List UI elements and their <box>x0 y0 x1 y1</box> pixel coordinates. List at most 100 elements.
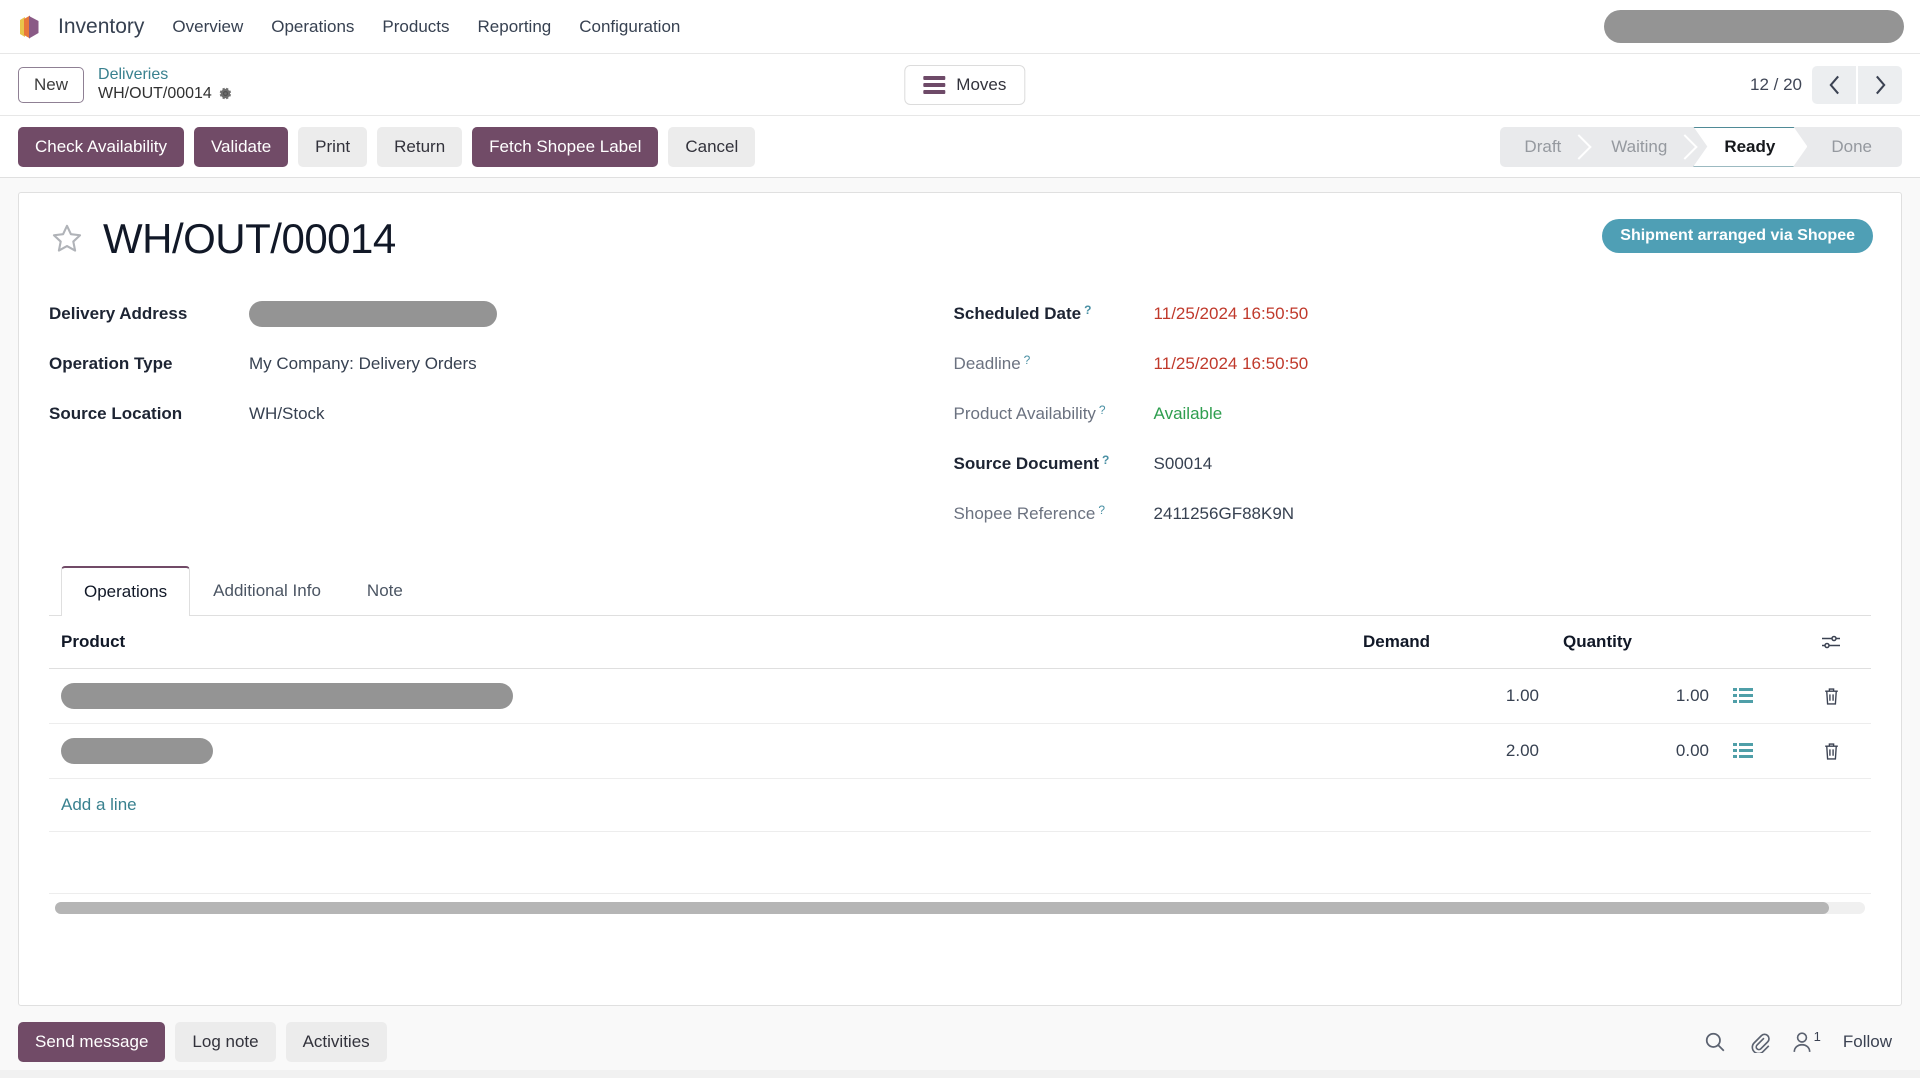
source-location-row: Source Location WH/Stock <box>49 389 924 439</box>
notebook-tabs: Operations Additional Info Note <box>49 565 1871 616</box>
quantity-cell[interactable]: 1.00 <box>1551 669 1721 724</box>
pager-text: 12 / 20 <box>1750 75 1802 95</box>
scheduled-date-label-text: Scheduled Date <box>954 304 1082 324</box>
product-cell[interactable] <box>49 724 1351 779</box>
demand-cell[interactable]: 1.00 <box>1351 669 1551 724</box>
cancel-button[interactable]: Cancel <box>668 127 755 167</box>
form-sheet-inner: Shipment arranged via Shopee WH/OUT/0001… <box>19 193 1901 914</box>
list-detail-icon[interactable] <box>1733 687 1779 705</box>
source-document-label-text: Source Document <box>954 454 1099 474</box>
moves-button[interactable]: Moves <box>904 65 1025 105</box>
chatter-right-tools: 1 Follow <box>1704 1031 1902 1053</box>
new-button[interactable]: New <box>18 67 84 103</box>
nav-configuration[interactable]: Configuration <box>579 17 680 37</box>
breadcrumb-parent-deliveries[interactable]: Deliveries <box>98 66 233 84</box>
action-button-bar: Check Availability Validate Print Return… <box>0 116 1920 178</box>
deadline-label: Deadline ? <box>954 354 1154 374</box>
source-document-label: Source Document ? <box>954 454 1154 474</box>
operations-table: Product Demand Quantity <box>49 616 1871 779</box>
scheduled-date-field[interactable]: 11/25/2024 16:50:50 <box>1154 304 1309 324</box>
delete-cell <box>1791 724 1871 779</box>
table-row[interactable]: 1.00 1.00 <box>49 669 1871 724</box>
table-header: Product Demand Quantity <box>49 616 1871 669</box>
product-availability-label-text: Product Availability <box>954 404 1096 424</box>
trash-icon[interactable] <box>1803 742 1859 761</box>
demand-cell[interactable]: 2.00 <box>1351 724 1551 779</box>
help-icon[interactable]: ? <box>1024 353 1031 367</box>
odoo-inventory-cube-icon[interactable] <box>16 12 44 42</box>
source-document-field[interactable]: S00014 <box>1154 454 1213 474</box>
detail-cell <box>1721 669 1791 724</box>
log-note-button[interactable]: Log note <box>175 1022 275 1062</box>
followers-button[interactable]: 1 <box>1792 1031 1821 1053</box>
add-a-line-button[interactable]: Add a line <box>49 779 1871 832</box>
user-menu-redacted[interactable] <box>1604 10 1904 43</box>
app-name[interactable]: Inventory <box>58 15 144 39</box>
status-ready[interactable]: Ready <box>1693 127 1807 167</box>
print-button[interactable]: Print <box>298 127 367 167</box>
chevron-right-icon[interactable] <box>1858 66 1902 104</box>
return-button[interactable]: Return <box>377 127 462 167</box>
operation-type-field[interactable]: My Company: Delivery Orders <box>249 354 477 374</box>
tab-additional-info[interactable]: Additional Info <box>190 566 344 616</box>
status-bar: Draft Waiting Ready Done <box>1500 127 1902 167</box>
search-icon[interactable] <box>1704 1031 1726 1053</box>
paperclip-icon[interactable] <box>1748 1031 1770 1053</box>
star-outline-icon[interactable] <box>49 221 85 257</box>
list-bars-icon <box>923 76 945 94</box>
chevron-left-icon[interactable] <box>1812 66 1856 104</box>
form-column-left: Delivery Address Operation Type My Compa… <box>49 289 924 539</box>
quantity-cell[interactable]: 0.00 <box>1551 724 1721 779</box>
control-panel-breadcrumb-row: New Deliveries WH/OUT/00014 Moves 12 / 2… <box>0 54 1920 116</box>
status-done[interactable]: Done <box>1807 127 1898 167</box>
delivery-address-field[interactable] <box>249 301 497 327</box>
fetch-shopee-label-button[interactable]: Fetch Shopee Label <box>472 127 658 167</box>
deadline-row: Deadline ? 11/25/2024 16:50:50 <box>954 339 1871 389</box>
nav-overview[interactable]: Overview <box>172 17 243 37</box>
horizontal-scrollbar-thumb[interactable] <box>55 902 1829 914</box>
help-icon[interactable]: ? <box>1102 453 1109 467</box>
column-header-demand: Demand <box>1351 616 1551 669</box>
sliders-icon[interactable] <box>1803 634 1859 650</box>
tab-note[interactable]: Note <box>344 566 426 616</box>
status-draft[interactable]: Draft <box>1500 127 1587 167</box>
column-header-optional-toggle <box>1791 616 1871 669</box>
column-header-product: Product <box>49 616 1351 669</box>
product-cell[interactable] <box>49 669 1351 724</box>
table-row[interactable]: 2.00 0.00 <box>49 724 1871 779</box>
shopee-reference-field[interactable]: 2411256GF88K9N <box>1154 504 1295 524</box>
product-availability-row: Product Availability ? Available <box>954 389 1871 439</box>
user-icon <box>1792 1031 1812 1053</box>
help-icon[interactable]: ? <box>1099 403 1106 417</box>
nav-operations[interactable]: Operations <box>271 17 354 37</box>
trash-icon[interactable] <box>1803 687 1859 706</box>
delete-cell <box>1791 669 1871 724</box>
list-detail-icon[interactable] <box>1733 742 1779 760</box>
moves-button-label: Moves <box>956 75 1006 95</box>
check-availability-button[interactable]: Check Availability <box>18 127 184 167</box>
activities-button[interactable]: Activities <box>286 1022 387 1062</box>
validate-button[interactable]: Validate <box>194 127 288 167</box>
nav-reporting[interactable]: Reporting <box>478 17 552 37</box>
tab-operations[interactable]: Operations <box>61 566 190 616</box>
help-icon[interactable]: ? <box>1084 303 1091 317</box>
send-message-button[interactable]: Send message <box>18 1022 165 1062</box>
shopee-reference-label: Shopee Reference ? <box>954 504 1154 524</box>
follow-button[interactable]: Follow <box>1843 1032 1902 1052</box>
nav-products[interactable]: Products <box>382 17 449 37</box>
breadcrumb: Deliveries WH/OUT/00014 <box>98 66 233 103</box>
deadline-field[interactable]: 11/25/2024 16:50:50 <box>1154 354 1309 374</box>
notebook: Operations Additional Info Note Product … <box>49 565 1871 914</box>
table-filler <box>49 832 1871 894</box>
horizontal-scrollbar[interactable] <box>55 902 1865 914</box>
breadcrumb-current-label: WH/OUT/00014 <box>98 85 212 103</box>
form-sheet-container: Shipment arranged via Shopee WH/OUT/0001… <box>0 178 1920 1006</box>
delivery-address-row: Delivery Address <box>49 289 924 339</box>
gear-icon[interactable] <box>218 86 233 101</box>
scheduled-date-row: Scheduled Date ? 11/25/2024 16:50:50 <box>954 289 1871 339</box>
product-name-redacted[interactable] <box>61 738 213 764</box>
source-location-field[interactable]: WH/Stock <box>249 404 325 424</box>
product-name-redacted[interactable] <box>61 683 513 709</box>
status-waiting[interactable]: Waiting <box>1587 127 1693 167</box>
help-icon[interactable]: ? <box>1098 503 1105 517</box>
